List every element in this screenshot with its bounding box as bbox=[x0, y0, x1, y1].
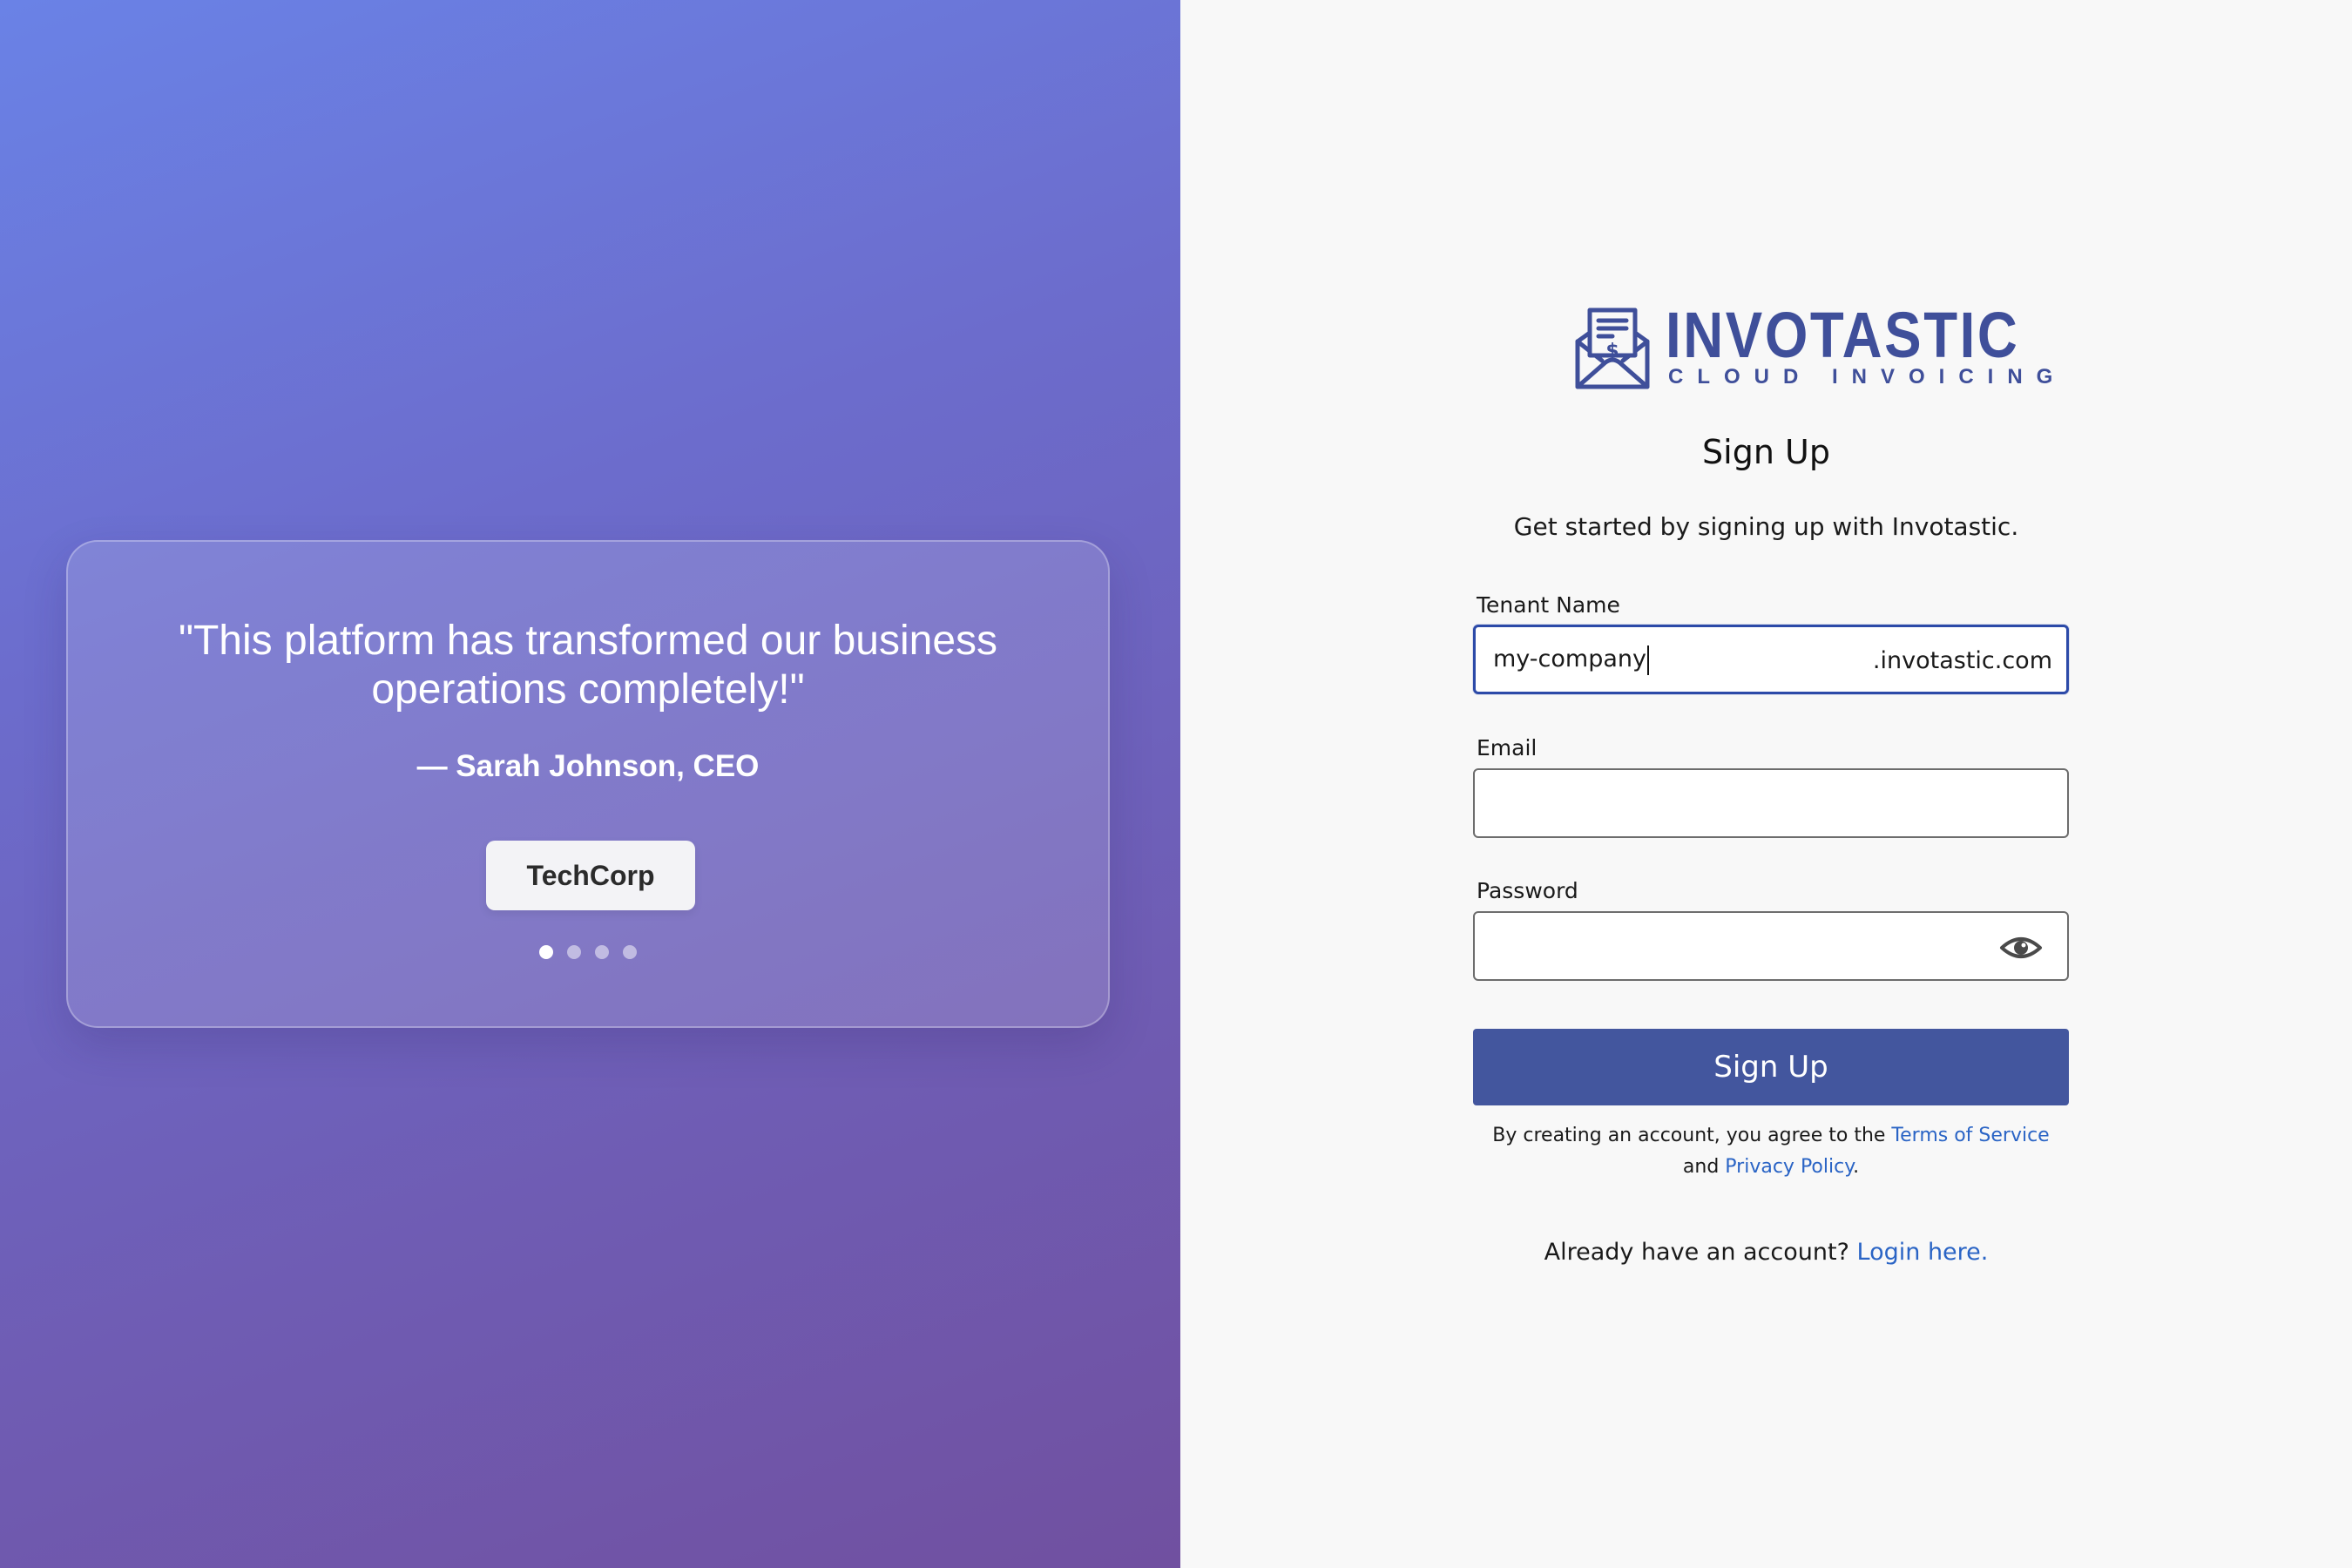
text-caret bbox=[1647, 645, 1649, 675]
signup-form-panel: $ INVOTASTIC CLOUD INVOICING Sign Up Get… bbox=[1180, 0, 2352, 1568]
terms-and: and bbox=[1682, 1156, 1720, 1178]
brand-name: INVOTASTIC bbox=[1666, 299, 2020, 371]
brand-tagline: CLOUD INVOICING bbox=[1668, 365, 2067, 389]
email-label: Email bbox=[1477, 735, 1538, 760]
signup-page: "This platform has transformed our busin… bbox=[0, 0, 2352, 1568]
carousel-dot[interactable] bbox=[595, 945, 609, 959]
testimonial-quote: "This platform has transformed our busin… bbox=[178, 618, 998, 713]
email-field[interactable] bbox=[1492, 770, 2050, 836]
brand-logo: $ INVOTASTIC CLOUD INVOICING bbox=[1572, 301, 2052, 396]
tenant-domain-suffix: .invotastic.com bbox=[1872, 647, 2052, 674]
terms-notice: By creating an account, you agree to the… bbox=[1473, 1120, 2069, 1183]
password-field-box bbox=[1473, 911, 2069, 981]
tenant-name-value: my-company bbox=[1493, 645, 1646, 672]
login-link[interactable]: Login here. bbox=[1857, 1239, 1989, 1266]
testimonial-author: — Sarah Johnson, CEO bbox=[416, 749, 760, 783]
tenant-name-label: Tenant Name bbox=[1477, 592, 1620, 618]
tenant-name-field[interactable]: my-company .invotastic.com bbox=[1473, 625, 2069, 694]
login-prompt: Already have an account? Login here. bbox=[1180, 1239, 2352, 1266]
eye-icon[interactable] bbox=[1999, 930, 2043, 965]
password-label: Password bbox=[1477, 878, 1578, 903]
carousel-dot[interactable] bbox=[539, 945, 553, 959]
svg-text:$: $ bbox=[1605, 341, 1619, 362]
page-subtitle: Get started by signing up with Invotasti… bbox=[1513, 512, 2019, 541]
terms-suffix: . bbox=[1853, 1156, 1860, 1178]
password-field[interactable] bbox=[1492, 913, 1980, 979]
terms-prefix: By creating an account, you agree to the bbox=[1492, 1125, 1886, 1146]
envelope-invoice-icon: $ bbox=[1575, 308, 1650, 389]
carousel-dot[interactable] bbox=[567, 945, 581, 959]
sign-up-button[interactable]: Sign Up bbox=[1473, 1029, 2069, 1105]
tenant-name-input[interactable]: my-company bbox=[1493, 627, 1649, 692]
testimonial-panel: "This platform has transformed our busin… bbox=[0, 0, 1180, 1568]
login-prompt-text: Already have an account? bbox=[1544, 1239, 1849, 1266]
carousel-dots bbox=[68, 945, 1108, 959]
page-title: Sign Up bbox=[1702, 433, 1830, 471]
testimonial-card: "This platform has transformed our busin… bbox=[66, 540, 1110, 1028]
email-field-box bbox=[1473, 768, 2069, 838]
company-badge[interactable]: TechCorp bbox=[486, 841, 695, 910]
privacy-policy-link[interactable]: Privacy Policy bbox=[1725, 1156, 1853, 1178]
carousel-dot[interactable] bbox=[623, 945, 637, 959]
terms-of-service-link[interactable]: Terms of Service bbox=[1891, 1125, 2049, 1146]
